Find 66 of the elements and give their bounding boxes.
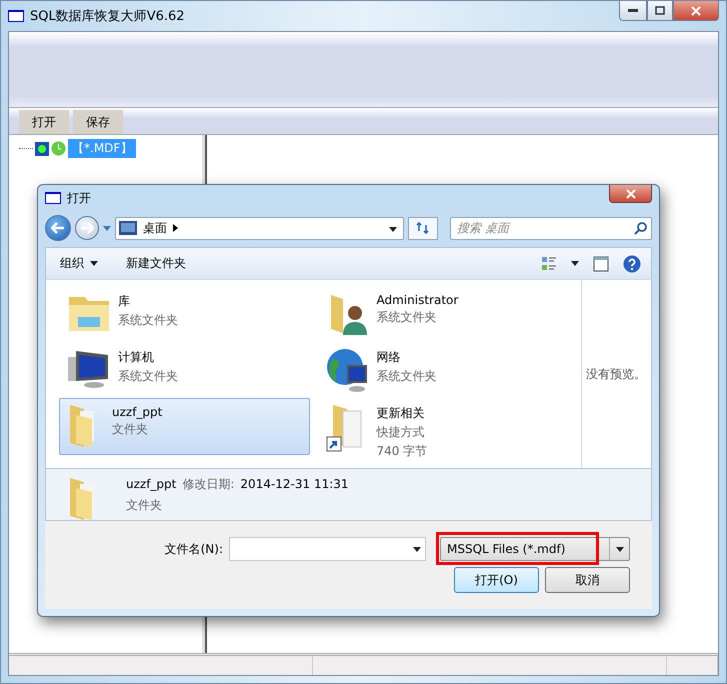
- item-type: 系统文件夹: [376, 309, 438, 326]
- dropdown-arrow-icon[interactable]: [571, 261, 579, 266]
- file-item[interactable]: 网络 系统文件夹: [318, 342, 568, 398]
- close-icon: [691, 6, 701, 16]
- item-name: 网络: [376, 349, 402, 366]
- open-button[interactable]: 打开(O): [454, 567, 539, 593]
- toolbar-button[interactable]: 保存: [73, 110, 123, 134]
- search-field[interactable]: 搜索 桌面: [450, 216, 652, 240]
- status-square-icon: [35, 142, 49, 156]
- address-bar[interactable]: 桌面: [115, 216, 404, 240]
- preview-message: 没有预览。: [586, 366, 646, 382]
- close-button[interactable]: [609, 185, 652, 203]
- item-type: 系统文件夹: [118, 312, 178, 329]
- search-icon: [634, 222, 647, 234]
- filename-label: 文件名(N):: [164, 540, 223, 558]
- window-app-icon: [8, 10, 24, 22]
- details-name: uzzf_ppt: [126, 477, 176, 491]
- item-name: Administrator: [376, 293, 458, 307]
- file-item[interactable]: uzzf_ppt 文件夹: [59, 398, 310, 455]
- item-name: 库: [118, 293, 131, 310]
- back-arrow-icon: [51, 222, 65, 234]
- help-icon[interactable]: [623, 254, 641, 272]
- close-button[interactable]: [673, 1, 719, 21]
- details-date-label: 修改日期:: [182, 476, 234, 493]
- file-item[interactable]: Administrator 系统文件夹: [318, 286, 568, 342]
- item-name: 计算机: [118, 349, 155, 366]
- refresh-button[interactable]: [408, 216, 438, 240]
- dropdown-arrow-icon[interactable]: [389, 227, 397, 232]
- desktop-icon: [119, 221, 137, 235]
- caret-icon: [90, 261, 98, 266]
- item-type: 系统文件夹: [118, 368, 178, 385]
- close-icon: [626, 188, 636, 198]
- item-type: 快捷方式: [376, 424, 426, 441]
- dialog-icon: [45, 192, 61, 204]
- window-title: SQL数据库恢复大师V6.62: [30, 8, 185, 25]
- toolbar-button[interactable]: 打开: [19, 110, 69, 134]
- item-name: uzzf_ppt: [112, 405, 162, 419]
- file-type-dropdown[interactable]: MSSQL Files (*.mdf): [440, 537, 630, 561]
- preview-pane-icon[interactable]: [593, 256, 609, 272]
- file-item[interactable]: 库 系统文件夹: [59, 286, 310, 342]
- filename-field[interactable]: [229, 537, 426, 561]
- organize-menu[interactable]: 组织: [56, 253, 102, 274]
- details-date: 2014-12-31 11:31: [240, 477, 349, 491]
- refresh-icon: [416, 222, 430, 234]
- item-type: 文件夹: [112, 421, 149, 438]
- item-name: 更新相关: [376, 405, 426, 422]
- dropdown-arrow-icon[interactable]: [616, 546, 624, 552]
- breadcrumb-arrow-icon[interactable]: [173, 224, 178, 232]
- minimize-button[interactable]: [619, 1, 647, 21]
- file-item[interactable]: 计算机 系统文件夹: [59, 342, 310, 398]
- new-folder-button[interactable]: 新建文件夹: [122, 253, 190, 274]
- forward-button[interactable]: [75, 216, 99, 240]
- view-options-icon[interactable]: [541, 256, 557, 272]
- dialog-title: 打开: [67, 190, 91, 206]
- address-location[interactable]: 桌面: [143, 220, 167, 236]
- maximize-icon: [655, 6, 665, 15]
- details-type: 文件夹: [126, 497, 163, 514]
- forward-arrow-icon: [80, 222, 94, 234]
- cancel-button[interactable]: 取消: [545, 567, 630, 593]
- minimize-icon: [628, 8, 638, 12]
- clock-icon: [51, 141, 66, 156]
- back-button[interactable]: [45, 215, 71, 241]
- dropdown-arrow-icon[interactable]: [413, 546, 421, 552]
- maximize-button[interactable]: [647, 1, 673, 21]
- history-dropdown-icon[interactable]: [103, 226, 111, 230]
- item-type: 系统文件夹: [376, 368, 436, 385]
